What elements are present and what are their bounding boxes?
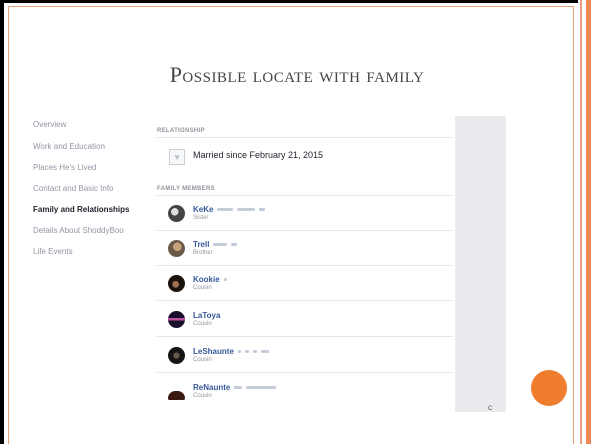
divider: [157, 336, 453, 337]
member-name[interactable]: KeKe: [193, 205, 266, 214]
decorative-circle-icon: [531, 370, 567, 406]
member-relation: Cousin: [193, 357, 212, 363]
member-relation: Brother: [193, 250, 213, 256]
member-name[interactable]: LeShaunte: [193, 347, 269, 356]
member-relation: Cousin: [193, 393, 212, 399]
avatar[interactable]: [168, 275, 185, 292]
divider: [157, 137, 453, 138]
family-member-row[interactable]: ReNaunte Cousin: [168, 383, 448, 407]
heart-icon: ♥: [169, 149, 185, 165]
member-relation: Cousin: [193, 285, 212, 291]
nav-item-life-events[interactable]: Life Events: [33, 247, 73, 256]
family-member-row[interactable]: LaToya Cousin: [168, 311, 448, 335]
family-member-row[interactable]: LeShaunte Cousin: [168, 347, 448, 371]
member-name[interactable]: ReNaunte: [193, 383, 277, 392]
profile-main-content: RELATIONSHIP ♥ Married since February 21…: [155, 116, 455, 412]
nav-item-contact-info[interactable]: Contact and Basic Info: [33, 184, 114, 193]
avatar[interactable]: [168, 391, 185, 400]
divider: [157, 300, 453, 301]
relationship-heading: RELATIONSHIP: [157, 128, 205, 134]
profile-screenshot: Overview Work and Education Places He's …: [29, 116, 506, 412]
slide-title: Possible locate with family: [169, 62, 425, 87]
divider: [157, 195, 453, 196]
avatar[interactable]: [168, 240, 185, 257]
right-side-panel: [455, 116, 506, 412]
family-member-row[interactable]: KeKe Sister: [168, 205, 448, 229]
member-relation: Cousin: [193, 321, 212, 327]
avatar[interactable]: [168, 347, 185, 364]
divider: [157, 265, 453, 266]
member-name[interactable]: Kookie: [193, 275, 227, 284]
member-name[interactable]: Trell: [193, 240, 238, 249]
nav-item-details-about[interactable]: Details About ShoddyBoo: [33, 226, 124, 235]
slide-frame-top: [0, 0, 594, 3]
nav-item-places-lived[interactable]: Places He's Lived: [33, 163, 96, 172]
nav-item-overview[interactable]: Overview: [33, 120, 66, 129]
divider: [157, 230, 453, 231]
avatar[interactable]: [168, 311, 185, 328]
nav-item-work-education[interactable]: Work and Education: [33, 142, 105, 151]
slide: Possible locate with family Overview Wor…: [0, 0, 594, 444]
avatar[interactable]: [168, 205, 185, 222]
family-members-heading: FAMILY MEMBERS: [157, 186, 215, 192]
slide-border-top: [8, 6, 574, 7]
family-member-row[interactable]: Trell Brother: [168, 240, 448, 264]
member-name[interactable]: LaToya: [193, 311, 220, 320]
relationship-status: Married since February 21, 2015: [193, 150, 324, 160]
divider: [157, 372, 453, 373]
member-relation: Sister: [193, 215, 209, 221]
nav-item-family-relationships[interactable]: Family and Relationships: [33, 205, 129, 214]
family-member-row[interactable]: Kookie Cousin: [168, 275, 448, 299]
side-panel-text: C: [488, 406, 493, 412]
